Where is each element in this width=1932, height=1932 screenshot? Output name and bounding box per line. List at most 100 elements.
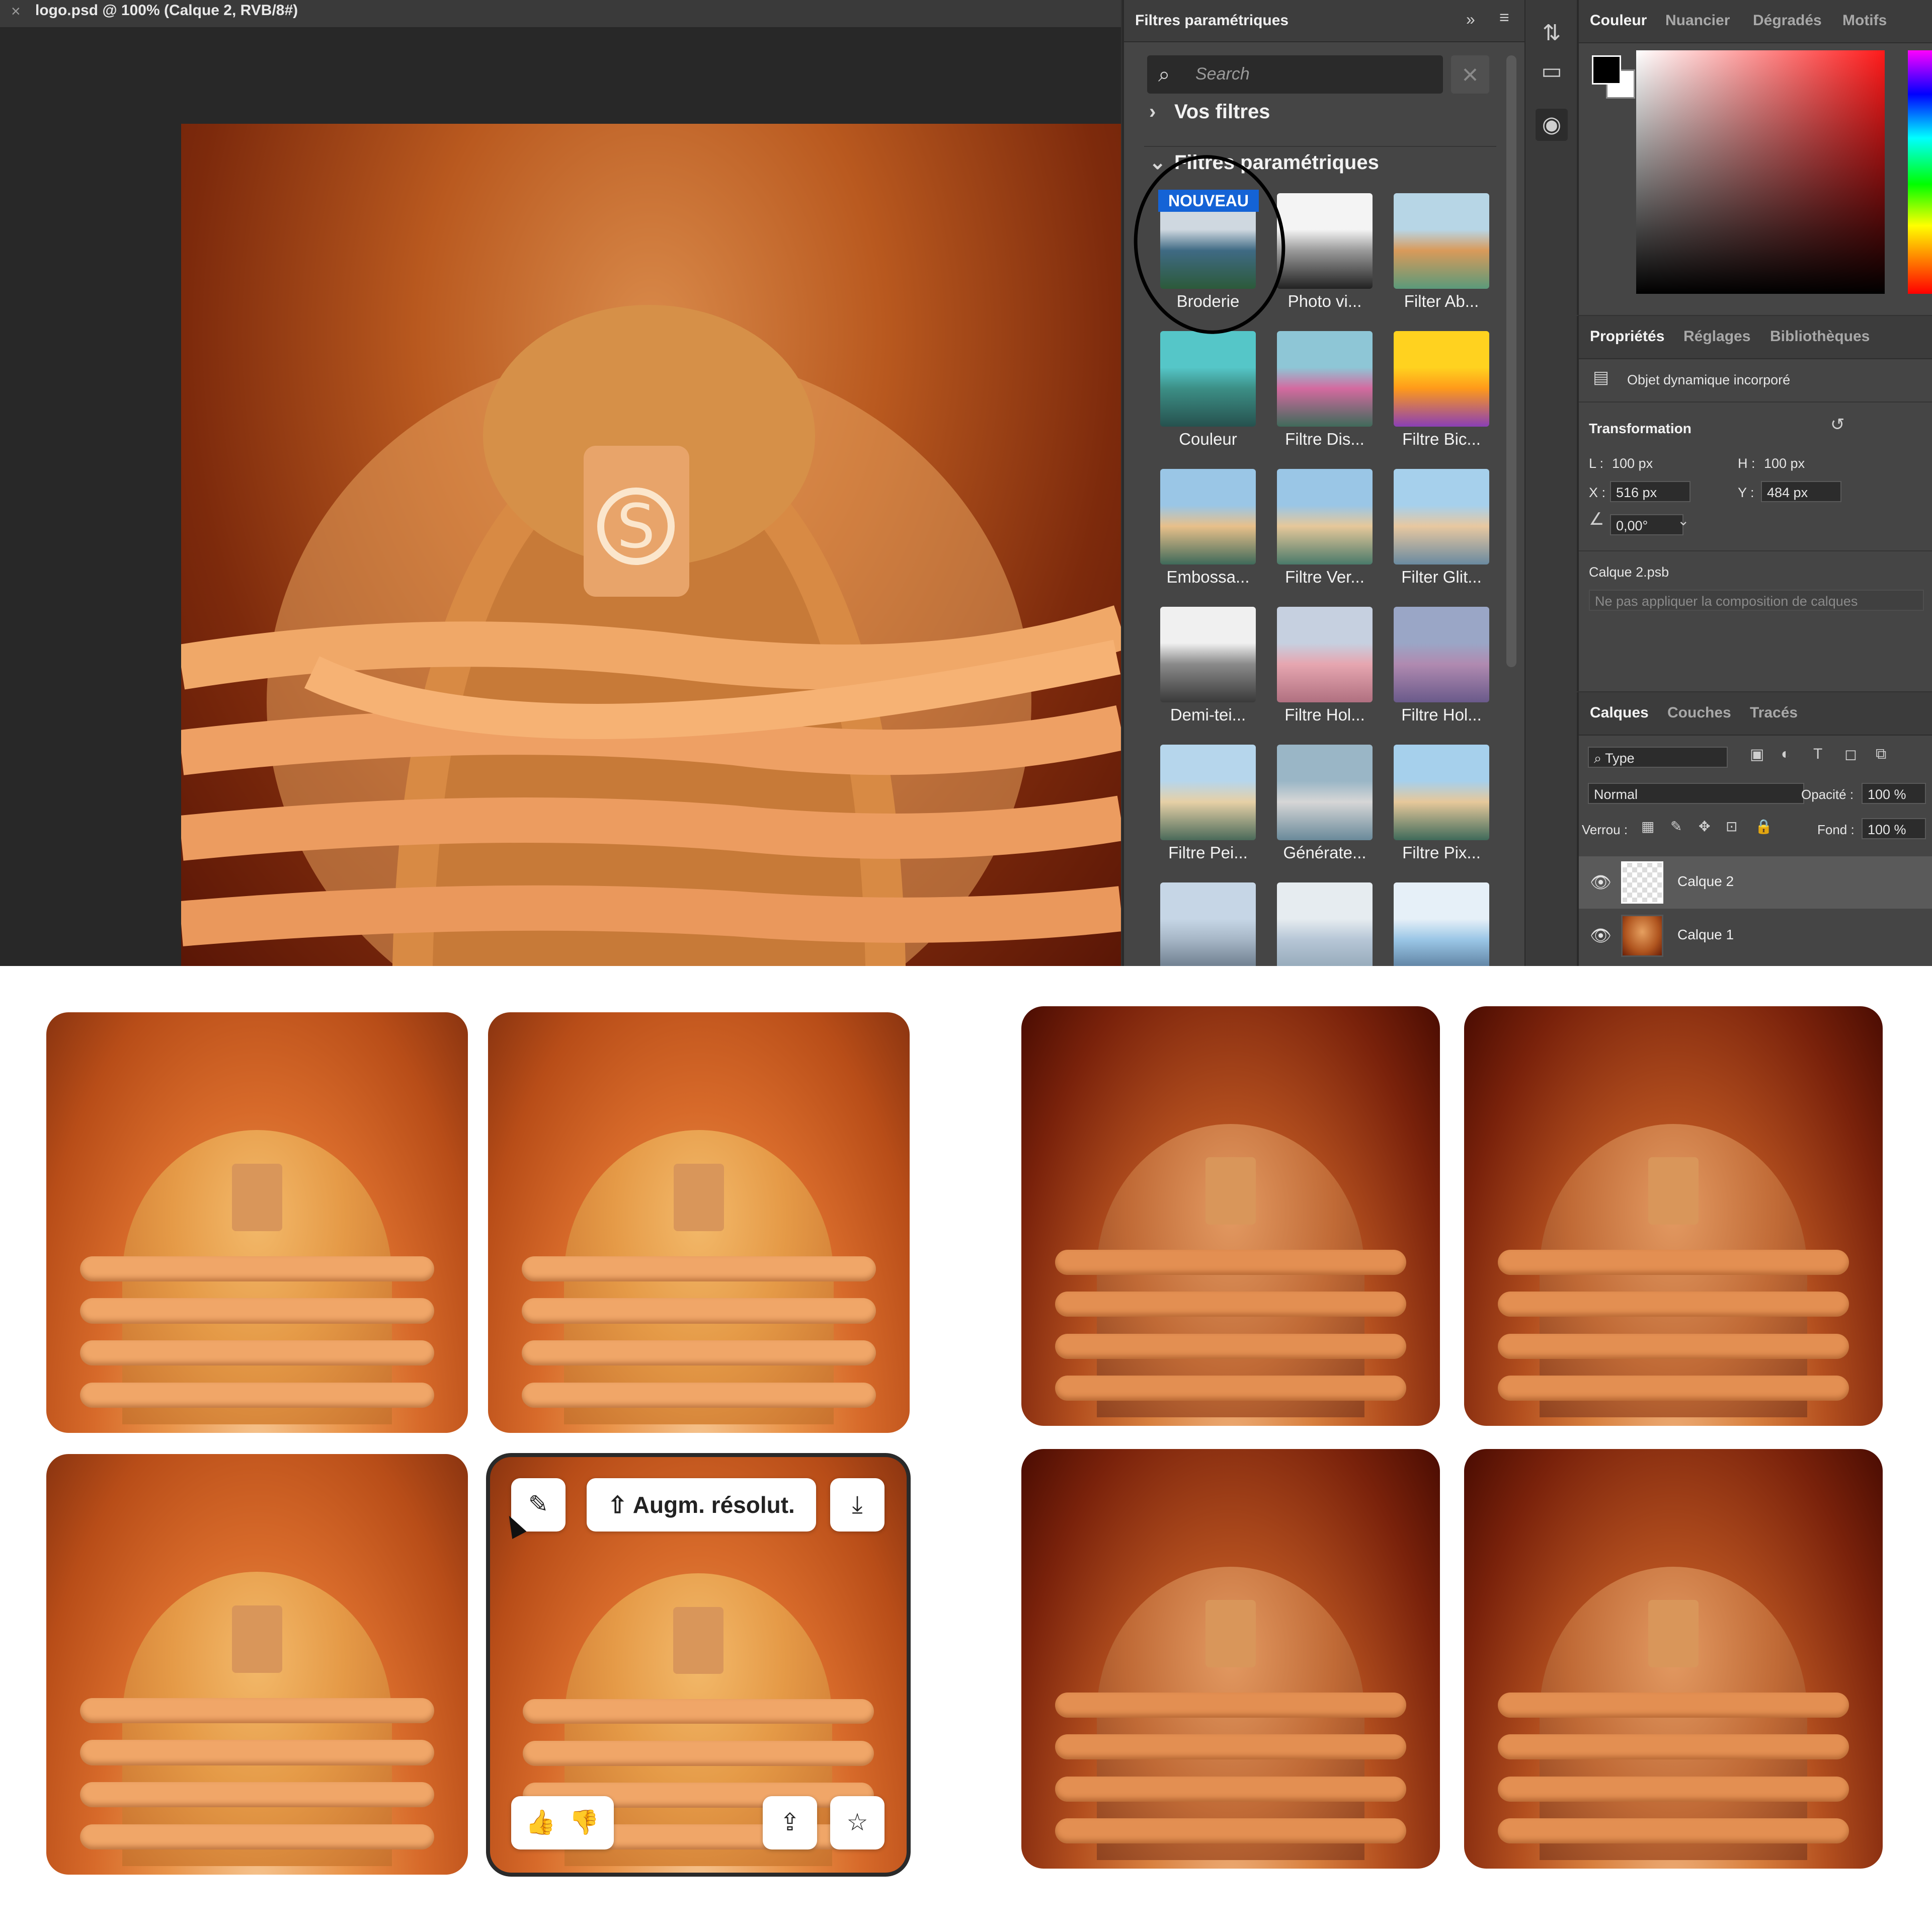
result-image[interactable] — [46, 1012, 468, 1433]
panel-tool-strip: ⇅ ▭ ◉ — [1524, 0, 1578, 966]
neural-filters-icon[interactable]: ◉ — [1536, 109, 1568, 141]
tab-adjustments[interactable]: Réglages — [1683, 328, 1750, 345]
canvas-image[interactable]: S — [181, 124, 1121, 966]
x-field[interactable]: 516 px — [1610, 481, 1691, 502]
transform-heading: Transformation — [1589, 421, 1692, 436]
filter-thumbnail[interactable] — [1277, 745, 1373, 840]
y-field[interactable]: 484 px — [1761, 481, 1841, 502]
result-image[interactable] — [46, 1454, 468, 1875]
angle-field[interactable]: 0,00° — [1610, 514, 1683, 535]
image-filter-icon[interactable]: ▣ — [1750, 746, 1764, 763]
tab-properties[interactable]: Propriétés — [1590, 328, 1664, 345]
lock-artboard-icon[interactable]: ⊡ — [1726, 818, 1737, 835]
tab-swatches[interactable]: Nuancier — [1665, 12, 1730, 29]
download-button[interactable]: ⤓ — [830, 1478, 884, 1532]
result-image[interactable] — [1021, 1006, 1440, 1426]
hue-slider[interactable] — [1908, 50, 1932, 294]
collapse-icon[interactable]: » — [1466, 10, 1475, 29]
layer-row-calque-2[interactable]: 👁 Calque 2 — [1579, 856, 1932, 909]
lock-position-icon[interactable]: ✥ — [1699, 818, 1710, 835]
clear-search-button[interactable]: × — [1451, 55, 1489, 94]
shoe-tag — [673, 1163, 725, 1231]
lock-all-icon[interactable]: 🔒 — [1755, 818, 1773, 835]
close-tab-icon[interactable]: × — [11, 2, 21, 21]
result-image[interactable] — [1464, 1449, 1883, 1869]
x-label: X : — [1589, 485, 1606, 500]
section-your-filters[interactable]: › Vos filtres — [1149, 101, 1270, 123]
filter-thumbnail[interactable] — [1160, 469, 1256, 565]
result-image[interactable] — [1464, 1006, 1883, 1426]
layer-row-calque-1[interactable]: 👁 Calque 1 — [1579, 910, 1932, 962]
filter-thumbnail[interactable] — [1160, 745, 1256, 840]
height-value[interactable]: 100 px — [1764, 456, 1805, 471]
panel-scrollbar[interactable] — [1506, 55, 1516, 667]
result-image[interactable] — [1021, 1449, 1440, 1869]
favorite-button[interactable]: ☆ — [830, 1796, 884, 1849]
shoe-lace — [522, 1298, 876, 1324]
adjustment-filter-icon[interactable]: ◐ — [1781, 746, 1790, 763]
filter-label: Filtre Pei... — [1168, 843, 1248, 862]
filter-thumbnail[interactable] — [1394, 745, 1489, 840]
filter-thumbnail[interactable] — [1277, 193, 1373, 289]
history-icon[interactable]: ⇅ — [1536, 17, 1568, 49]
width-value[interactable]: 100 px — [1612, 456, 1653, 471]
filter-thumbnail[interactable] — [1394, 607, 1489, 702]
layer-name[interactable]: Calque 2 — [1677, 873, 1734, 890]
layer-filter-select[interactable]: ⌕ Type — [1588, 747, 1728, 768]
fill-label: Fond : — [1817, 822, 1855, 837]
y-label: Y : — [1738, 485, 1754, 500]
tab-patterns[interactable]: Motifs — [1842, 12, 1887, 29]
filter-thumbnail[interactable] — [1277, 469, 1373, 565]
filter-thumbnail[interactable] — [1160, 882, 1256, 966]
filter-thumbnail[interactable] — [1394, 331, 1489, 427]
document-tab[interactable]: × logo.psd @ 100% (Calque 2, RVB/8#) — [0, 0, 1121, 28]
share-icon: ⇪ — [779, 1809, 800, 1836]
share-button[interactable]: ⇪ — [763, 1796, 817, 1849]
width-label: L : — [1589, 456, 1604, 471]
filter-thumbnail[interactable] — [1394, 193, 1489, 289]
shoe-tag — [1648, 1600, 1699, 1667]
blend-mode-select[interactable]: Normal — [1588, 783, 1804, 804]
tab-channels[interactable]: Couches — [1667, 704, 1731, 721]
tab-color[interactable]: Couleur — [1590, 12, 1647, 29]
filter-thumbnail[interactable] — [1277, 607, 1373, 702]
chevron-right-icon: › — [1149, 101, 1156, 123]
tab-libraries[interactable]: Bibliothèques — [1770, 328, 1870, 345]
filter-search-input[interactable]: ⌕ Search — [1147, 55, 1443, 94]
layer-comp-select[interactable]: Ne pas appliquer la composition de calqu… — [1589, 590, 1924, 611]
saturation-brightness-picker[interactable] — [1636, 50, 1885, 294]
visibility-eye-icon[interactable]: 👁 — [1590, 926, 1612, 946]
visibility-eye-icon[interactable]: 👁 — [1590, 872, 1612, 893]
filter-thumbnail[interactable] — [1277, 882, 1373, 966]
reset-transform-icon[interactable]: ↺ — [1830, 415, 1845, 435]
shoe-lace — [80, 1740, 434, 1765]
tab-gradients[interactable]: Dégradés — [1753, 12, 1822, 29]
smart-object-filter-icon[interactable]: ⧉ — [1876, 746, 1886, 763]
lock-pixels-icon[interactable]: ✎ — [1670, 818, 1682, 835]
filter-thumbnail[interactable] — [1394, 882, 1489, 966]
layer-name[interactable]: Calque 1 — [1677, 927, 1734, 943]
chevron-down-icon[interactable]: ⌄ — [1677, 512, 1689, 529]
result-image[interactable] — [488, 1012, 910, 1433]
filter-label: Filtre Dis... — [1285, 430, 1364, 448]
shoe-lace — [1055, 1818, 1407, 1843]
opacity-field[interactable]: 100 % — [1862, 783, 1926, 804]
filter-thumbnail[interactable] — [1160, 607, 1256, 702]
foreground-color-swatch[interactable] — [1592, 55, 1621, 85]
fill-field[interactable]: 100 % — [1862, 818, 1926, 839]
canvas-area[interactable]: S — [0, 28, 1121, 966]
comment-icon[interactable]: ▭ — [1536, 55, 1568, 88]
upscale-button[interactable]: ⇧ Augm. résolut. — [587, 1478, 816, 1532]
type-filter-icon[interactable]: T — [1813, 746, 1822, 763]
tab-paths[interactable]: Tracés — [1750, 704, 1798, 721]
filter-thumbnail[interactable] — [1160, 331, 1256, 427]
shape-filter-icon[interactable]: ◻ — [1844, 746, 1857, 763]
lock-transparency-icon[interactable]: ▦ — [1641, 818, 1654, 835]
filter-thumbnail[interactable] — [1277, 331, 1373, 427]
thumbs-down-icon[interactable]: 👎 — [569, 1809, 599, 1836]
panel-menu-icon[interactable]: ≡ — [1499, 8, 1509, 28]
shoe-lace — [1497, 1292, 1849, 1317]
filter-thumbnail[interactable] — [1394, 469, 1489, 565]
tab-layers[interactable]: Calques — [1590, 704, 1649, 721]
thumbs-up-icon[interactable]: 👍 — [526, 1809, 556, 1836]
